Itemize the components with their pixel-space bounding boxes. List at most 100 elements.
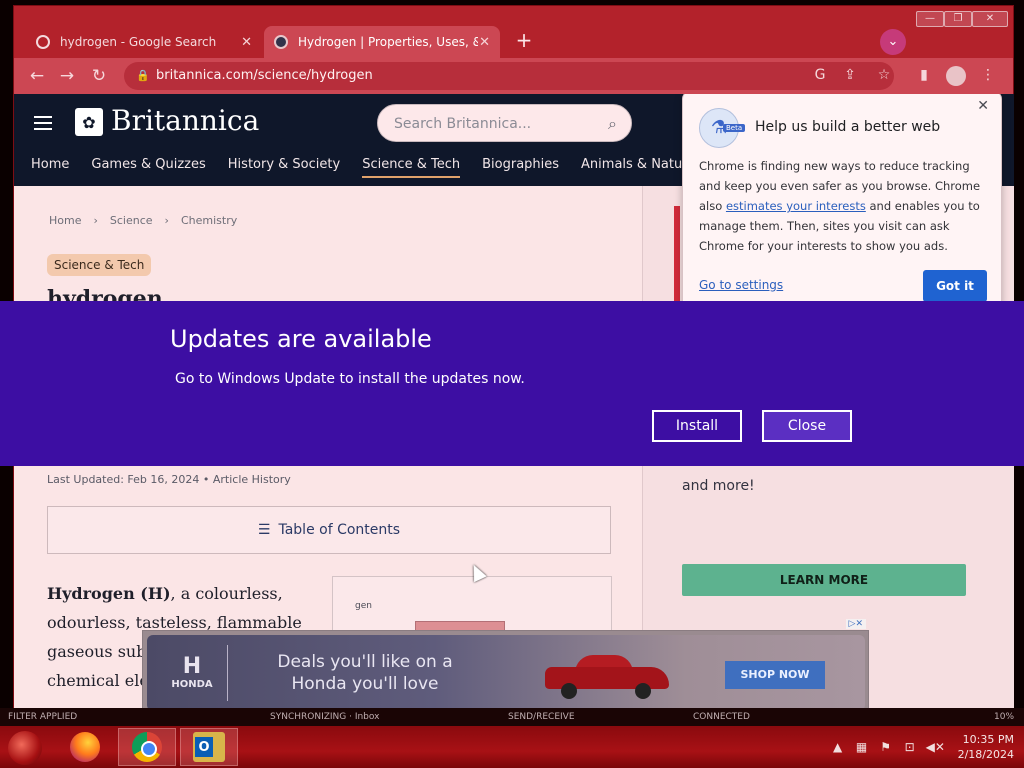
firefox-icon [70, 732, 100, 762]
windows-update-banner: Updates are available Go to Windows Upda… [0, 301, 1024, 466]
close-button[interactable]: Close [762, 410, 852, 442]
outlook-taskbar-button[interactable]: O [180, 728, 238, 766]
bookmark-star-icon[interactable]: ☆ [874, 65, 894, 85]
outlook-icon: O [193, 732, 225, 762]
nav-animals-nature[interactable]: Animals & Nature [581, 157, 695, 178]
show-hidden-icons-icon[interactable]: ▲ [830, 740, 846, 754]
zoom-level: 10% [994, 712, 1015, 722]
start-button[interactable] [8, 731, 42, 765]
shop-now-button[interactable]: SHOP NOW [725, 661, 825, 689]
go-to-settings-link[interactable]: Go to settings [699, 278, 783, 292]
reload-icon[interactable]: ↻ [88, 65, 110, 87]
tab-strip: hydrogen - Google Search ✕ Hydrogen | Pr… [14, 6, 1013, 58]
popup-title: Help us build a better web [755, 119, 941, 135]
close-tab-icon[interactable]: ✕ [479, 35, 490, 50]
network-icon[interactable]: ⊡ [902, 740, 918, 754]
ad-line-1: Deals you'll like on a [277, 652, 453, 672]
nav-games-quizzes[interactable]: Games & Quizzes [91, 157, 205, 178]
ad-line-2: Honda you'll love [291, 674, 439, 694]
honda-ad-banner[interactable]: ▷✕ H HONDA Deals you'll like on a Honda … [142, 619, 869, 716]
google-favicon-icon [36, 35, 50, 49]
filter-status: FILTER APPLIED [8, 712, 78, 722]
action-center-flag-icon[interactable]: ⚑ [878, 740, 894, 754]
figure-caption: gen [355, 601, 372, 611]
send-receive-status: SEND/RECEIVE [508, 712, 575, 722]
chrome-icon [132, 732, 162, 762]
site-logo[interactable]: Britannica [111, 104, 259, 137]
honda-h-icon: H [182, 654, 202, 679]
learn-more-button[interactable]: LEARN MORE [682, 564, 966, 596]
chevron-right-icon: › [164, 214, 169, 227]
nav-biographies[interactable]: Biographies [482, 157, 559, 178]
connection-status: CONNECTED [693, 712, 750, 722]
sidebar-accent [674, 206, 680, 306]
sync-status: SYNCHRONIZING · Inbox [270, 712, 380, 722]
hamburger-menu-icon[interactable] [34, 116, 52, 130]
clock[interactable]: 10:35 PM 2/18/2024 [958, 732, 1014, 762]
tab-label: hydrogen - Google Search [60, 35, 217, 49]
forward-arrow-icon[interactable]: → [56, 65, 78, 87]
breadcrumb-science[interactable]: Science [110, 214, 153, 227]
article-lead: Hydrogen (H) [47, 584, 171, 603]
britannica-thistle-icon[interactable]: ✿ [75, 108, 103, 136]
last-updated-text: Last Updated: Feb 16, 2024 • Article His… [47, 473, 291, 486]
status-strip: FILTER APPLIED SYNCHRONIZING · Inbox SEN… [0, 708, 1024, 726]
site-search-input[interactable]: Search Britannica... ⌕ [377, 104, 632, 142]
close-icon[interactable]: ✕ [977, 98, 989, 114]
search-icon[interactable]: ⌕ [608, 105, 617, 143]
site-nav: Home Games & Quizzes History & Society S… [31, 157, 695, 178]
clock-date: 2/18/2024 [957, 748, 1014, 761]
ad-content: H HONDA Deals you'll like on a Honda you… [147, 635, 865, 711]
chrome-taskbar-button[interactable] [118, 728, 176, 766]
got-it-button[interactable]: Got it [923, 270, 987, 302]
firefox-taskbar-button[interactable] [56, 728, 114, 766]
close-window-button[interactable]: ✕ [972, 11, 1008, 27]
taskbar: O ▲ ▦ ⚑ ⊡ ◀✕ 10:35 PM 2/18/2024 [0, 726, 1024, 768]
install-button[interactable]: Install [652, 410, 742, 442]
ad-headline: Deals you'll like on a Honda you'll love [265, 651, 465, 695]
car-wheel [561, 683, 577, 699]
kebab-menu-icon[interactable]: ⋮ [978, 65, 998, 85]
ad-divider [227, 645, 228, 701]
update-message: Go to Windows Update to install the upda… [175, 371, 525, 387]
side-panel-icon[interactable]: ▮ [914, 65, 934, 85]
honda-brand: HONDA [171, 679, 213, 690]
britannica-favicon-icon [274, 35, 288, 49]
search-placeholder: Search Britannica... [394, 116, 532, 132]
category-badge[interactable]: Science & Tech [47, 254, 152, 276]
maximize-window-button[interactable]: ❐ [944, 11, 972, 27]
share-icon[interactable]: ⇪ [840, 65, 860, 85]
estimates-interests-link[interactable]: estimates your interests [726, 199, 866, 213]
nav-science-tech[interactable]: Science & Tech [362, 157, 461, 178]
system-tray: ▲ ▦ ⚑ ⊡ ◀✕ 10:35 PM 2/18/2024 [830, 726, 1014, 768]
tab-search-chevron-icon[interactable]: ⌄ [880, 29, 906, 55]
nav-history-society[interactable]: History & Society [228, 157, 340, 178]
volume-muted-icon[interactable]: ◀✕ [926, 740, 945, 754]
google-lens-icon[interactable]: G [810, 65, 830, 85]
toc-label: Table of Contents [278, 522, 401, 538]
address-bar[interactable]: 🔒 britannica.com/science/hydrogen [124, 62, 894, 90]
beta-badge: Beta [723, 124, 746, 132]
tab-google-search[interactable]: hydrogen - Google Search ✕ [26, 26, 262, 58]
privacy-popup: ⚗ Beta Help us build a better web ✕ Chro… [682, 94, 1002, 309]
breadcrumb-home[interactable]: Home [49, 214, 81, 227]
back-arrow-icon[interactable]: ← [26, 65, 48, 87]
table-of-contents-button[interactable]: ☰ Table of Contents [47, 506, 611, 554]
sidebar-promo-text: and more! [682, 478, 755, 494]
car-image [545, 653, 669, 701]
lock-icon: 🔒 [136, 69, 150, 82]
tab-hydrogen-article[interactable]: Hydrogen | Properties, Uses, & F ✕ [264, 26, 500, 58]
breadcrumb-chemistry[interactable]: Chemistry [181, 214, 237, 227]
close-tab-icon[interactable]: ✕ [241, 35, 252, 50]
breadcrumb: Home › Science › Chemistry [49, 214, 237, 227]
popup-body: Chrome is finding new ways to reduce tra… [699, 156, 989, 256]
network-share-icon[interactable]: ▦ [854, 740, 870, 754]
chevron-right-icon: › [93, 214, 98, 227]
profile-avatar-icon[interactable] [946, 66, 966, 86]
honda-logo: H HONDA [167, 654, 217, 691]
clock-time: 10:35 PM [962, 733, 1014, 746]
nav-home[interactable]: Home [31, 157, 69, 178]
minimize-window-button[interactable]: — [916, 11, 944, 27]
ad-choices-icon[interactable]: ▷✕ [845, 619, 866, 629]
new-tab-button[interactable]: + [512, 29, 536, 53]
